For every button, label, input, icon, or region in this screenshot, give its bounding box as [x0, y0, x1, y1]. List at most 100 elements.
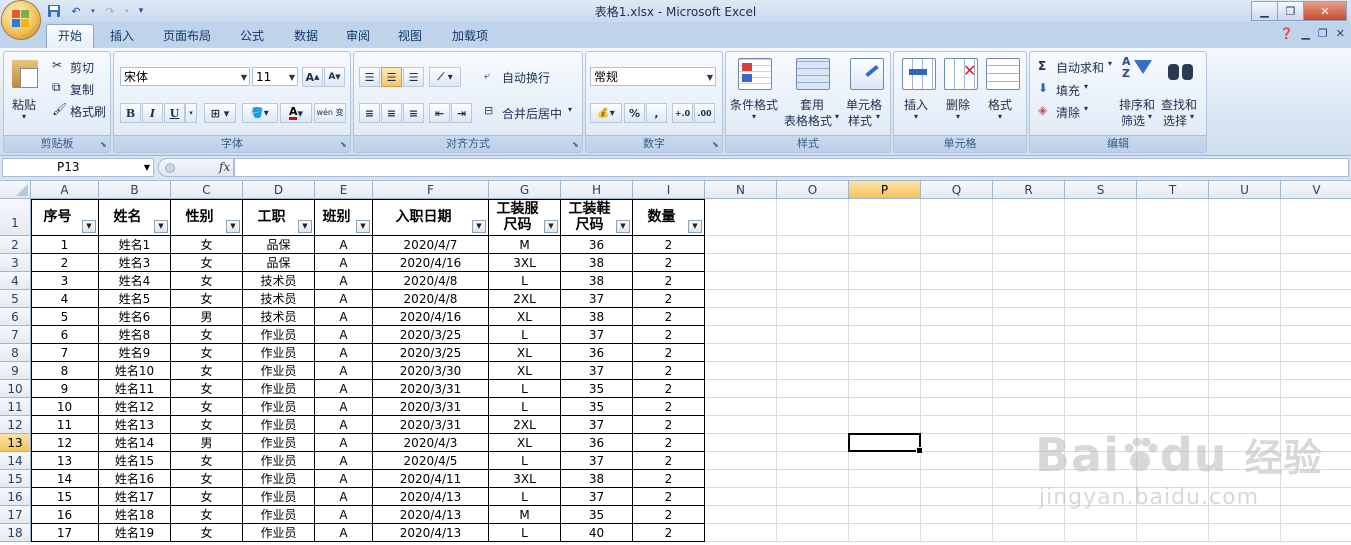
table-cell[interactable]: 2020/3/25	[373, 344, 489, 362]
filter-dropdown-icon[interactable]: ▼	[688, 220, 702, 233]
percent-button[interactable]: %	[624, 103, 645, 123]
table-cell[interactable]	[1281, 308, 1351, 326]
align-top-icon[interactable]: ☰	[359, 67, 380, 87]
table-cell[interactable]: 女	[171, 254, 243, 272]
table-cell[interactable]: 品保	[243, 236, 315, 254]
row-header[interactable]: 17	[0, 506, 31, 524]
row-header[interactable]: 11	[0, 398, 31, 416]
table-cell[interactable]	[849, 272, 921, 290]
merge-center-button[interactable]: 合并后居中	[502, 105, 562, 122]
table-cell[interactable]: A	[315, 470, 373, 488]
table-cell[interactable]: 2	[633, 416, 705, 434]
table-cell[interactable]	[921, 362, 993, 380]
merge-dropdown-icon[interactable]: ▾	[568, 105, 572, 114]
table-cell[interactable]	[777, 326, 849, 344]
table-cell[interactable]: 女	[171, 272, 243, 290]
table-cell[interactable]: 37	[561, 416, 633, 434]
comma-button[interactable]: ,	[646, 103, 667, 123]
autosum-button[interactable]: 自动求和	[1056, 59, 1104, 76]
delete-cells-dropdown-icon[interactable]: ▾	[956, 112, 960, 121]
table-cell[interactable]: 2020/4/16	[373, 308, 489, 326]
table-cell[interactable]	[1065, 326, 1137, 344]
alignment-launcher-icon[interactable]: ⬊	[572, 141, 580, 149]
table-cell[interactable]	[705, 272, 777, 290]
table-cell[interactable]	[1065, 344, 1137, 362]
cut-icon[interactable]: ✂	[52, 58, 62, 72]
tab-page-layout[interactable]: 页面布局	[155, 26, 219, 46]
table-cell[interactable]	[777, 452, 849, 470]
table-cell[interactable]	[705, 416, 777, 434]
table-cell[interactable]: 作业员	[243, 452, 315, 470]
row-header[interactable]: 5	[0, 290, 31, 308]
orientation-icon[interactable]: ⟋ ▾	[429, 67, 461, 87]
table-cell[interactable]	[849, 362, 921, 380]
table-cell[interactable]: 12	[31, 434, 99, 452]
table-cell[interactable]	[705, 434, 777, 452]
table-cell[interactable]	[705, 308, 777, 326]
table-cell[interactable]	[1137, 398, 1209, 416]
table-format-dropdown-icon[interactable]: ▾	[835, 112, 839, 121]
table-cell[interactable]	[1209, 326, 1281, 344]
table-cell[interactable]: A	[315, 326, 373, 344]
minimize-icon[interactable]: ▁	[1251, 1, 1278, 21]
table-cell[interactable]	[849, 488, 921, 506]
table-cell[interactable]	[921, 506, 993, 524]
table-cell[interactable]	[1065, 236, 1137, 254]
table-cell[interactable]: 7	[31, 344, 99, 362]
table-cell[interactable]	[1281, 326, 1351, 344]
table-cell[interactable]: 8	[31, 362, 99, 380]
font-size-select[interactable]: 11 ▼	[252, 67, 298, 86]
table-header-cell[interactable]: 性别 ▼	[171, 199, 243, 236]
table-cell[interactable]: 2020/4/8	[373, 272, 489, 290]
table-cell[interactable]: 5	[31, 308, 99, 326]
table-cell[interactable]: 1	[31, 236, 99, 254]
table-cell[interactable]: M	[489, 506, 561, 524]
table-cell[interactable]: 作业员	[243, 326, 315, 344]
ribbon-minimize-icon[interactable]: ▁	[1301, 27, 1309, 40]
font-launcher-icon[interactable]: ⬊	[340, 141, 348, 149]
table-cell[interactable]: 36	[561, 236, 633, 254]
table-cell[interactable]	[1065, 398, 1137, 416]
table-cell[interactable]	[1137, 290, 1209, 308]
table-cell[interactable]	[921, 470, 993, 488]
ribbon-restore-icon[interactable]: ❐	[1318, 27, 1328, 40]
table-cell[interactable]	[1209, 308, 1281, 326]
number-format-select[interactable]: 常规 ▼	[590, 67, 716, 86]
table-cell[interactable]: 女	[171, 290, 243, 308]
row-header[interactable]: 3	[0, 254, 31, 272]
table-cell[interactable]	[777, 488, 849, 506]
table-cell[interactable]: 2	[633, 326, 705, 344]
table-cell[interactable]: 2020/4/13	[373, 488, 489, 506]
table-cell[interactable]	[849, 199, 921, 236]
table-cell[interactable]: 姓名11	[99, 380, 171, 398]
table-cell[interactable]: L	[489, 272, 561, 290]
table-cell[interactable]	[1281, 272, 1351, 290]
table-cell[interactable]: 作业员	[243, 506, 315, 524]
table-cell[interactable]: 品保	[243, 254, 315, 272]
table-cell[interactable]	[1065, 362, 1137, 380]
table-cell[interactable]: 女	[171, 344, 243, 362]
table-cell[interactable]	[1209, 344, 1281, 362]
underline-button[interactable]: U	[164, 103, 185, 123]
table-cell[interactable]	[705, 470, 777, 488]
table-cell[interactable]: A	[315, 398, 373, 416]
column-header[interactable]: V	[1281, 181, 1351, 199]
cond-format-dropdown-icon[interactable]: ▾	[752, 112, 756, 121]
table-cell[interactable]: 姓名12	[99, 398, 171, 416]
paste-icon[interactable]	[12, 60, 38, 88]
table-cell[interactable]: XL	[489, 362, 561, 380]
table-cell[interactable]	[921, 452, 993, 470]
table-cell[interactable]	[1065, 308, 1137, 326]
table-cell[interactable]	[1281, 254, 1351, 272]
table-cell[interactable]	[777, 199, 849, 236]
clear-dropdown-icon[interactable]: ▾	[1084, 104, 1088, 113]
table-header-cell[interactable]: 入职日期 ▼	[373, 199, 489, 236]
table-header-cell[interactable]: 工职 ▼	[243, 199, 315, 236]
table-cell[interactable]: 2020/3/25	[373, 326, 489, 344]
table-cell[interactable]: 女	[171, 398, 243, 416]
sort-filter-button[interactable]: 筛选	[1121, 112, 1145, 129]
table-cell[interactable]: 技术员	[243, 290, 315, 308]
table-cell[interactable]: 2	[633, 362, 705, 380]
save-icon[interactable]	[46, 4, 62, 18]
table-cell[interactable]: 女	[171, 236, 243, 254]
